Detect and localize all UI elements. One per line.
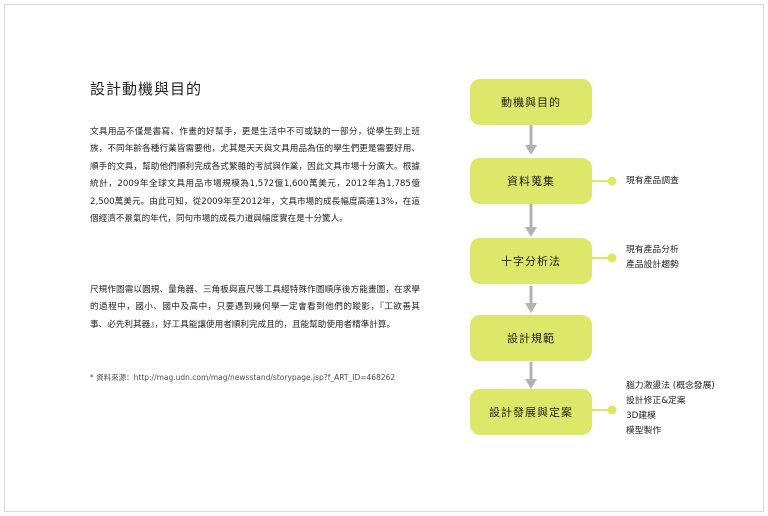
flow-step-design-spec: 設計規範 bbox=[470, 315, 592, 361]
flow-step-cross-analysis: 十字分析法 bbox=[470, 238, 592, 284]
note-develop-item: 設計修正&定案 bbox=[626, 396, 686, 406]
connector-collect-dot bbox=[607, 176, 617, 186]
flow-step-motivation: 動機與目的 bbox=[470, 79, 592, 125]
note-develop-item: 腦力激盪法 (概念發展) bbox=[626, 381, 715, 391]
note-develop: 腦力激盪法 (概念發展) 設計修正&定案 3D建模 模型製作 bbox=[626, 379, 715, 439]
arrow-4-head bbox=[525, 379, 537, 389]
arrow-3-head bbox=[525, 303, 537, 313]
note-cross-item: 現有產品分析 bbox=[626, 245, 679, 255]
note-cross-item: 產品設計趨勢 bbox=[626, 260, 679, 270]
arrow-2-head bbox=[525, 227, 537, 237]
note-develop-item: 3D建模 bbox=[626, 411, 656, 421]
flow-step-data-collection: 資料蒐集 bbox=[470, 158, 592, 204]
flow-step-design-development: 設計發展與定案 bbox=[470, 389, 592, 435]
note-develop-item: 模型製作 bbox=[626, 426, 662, 436]
note-cross: 現有產品分析 產品設計趨勢 bbox=[626, 243, 679, 273]
arrow-1-head bbox=[525, 145, 537, 155]
connector-develop-dot bbox=[607, 405, 617, 415]
connector-cross-dot bbox=[607, 253, 617, 263]
note-collect-item: 現有產品調查 bbox=[626, 176, 679, 186]
note-collect: 現有產品調查 bbox=[626, 174, 679, 189]
